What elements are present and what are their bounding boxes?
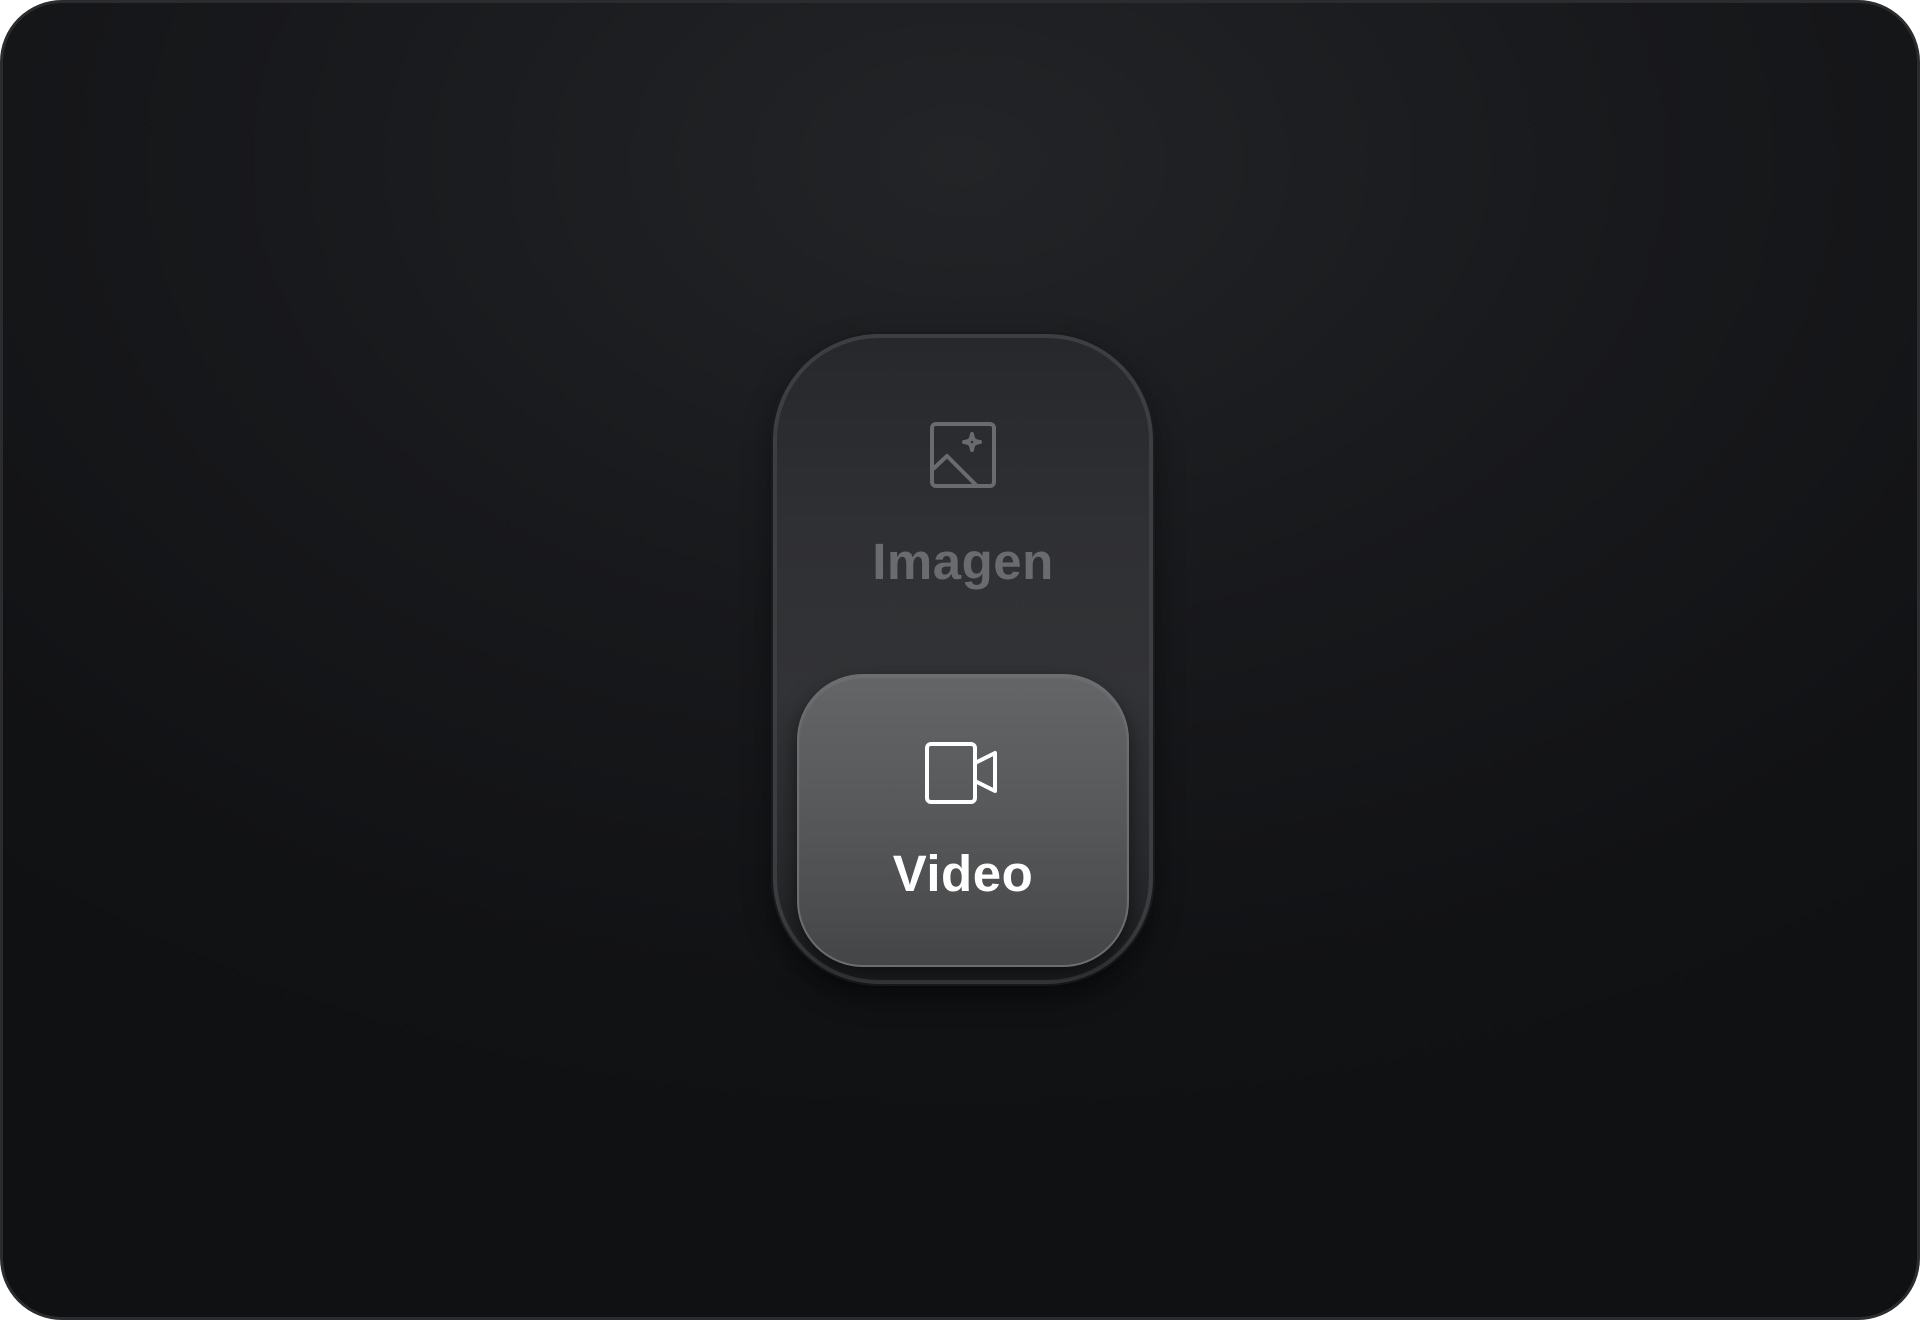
mode-option-video[interactable]: Video: [797, 674, 1129, 967]
mode-option-image-label: Imagen: [872, 533, 1054, 590]
video-camera-icon: [923, 740, 1003, 806]
mode-option-video-label: Video: [892, 845, 1034, 902]
mode-option-image[interactable]: Imagen: [833, 420, 1093, 591]
image-sparkle-icon: [928, 420, 998, 490]
mode-switcher: Imagen Video: [773, 334, 1153, 984]
app-window: Imagen Video: [0, 0, 1920, 1320]
